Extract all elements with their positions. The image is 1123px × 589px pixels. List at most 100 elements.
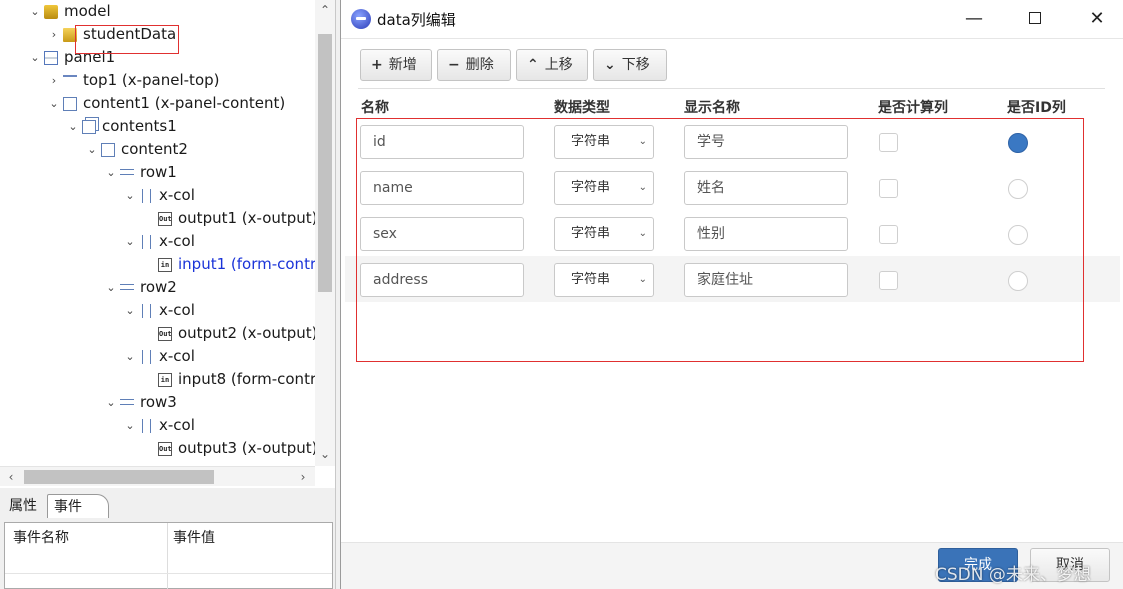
tree-vertical-scroll-thumb[interactable] xyxy=(318,34,332,292)
move-down-button-label: 下移 xyxy=(621,57,650,73)
scroll-down-icon[interactable]: ⌄ xyxy=(318,447,332,461)
col-icon xyxy=(142,350,151,364)
data-column-editor-dialog: data列编辑 — ✕ + 新增 − 删除 ⌃ 上移 ⌄ 下移 名称 数据类型 显示名称… xyxy=(340,0,1123,589)
chevron-down-icon[interactable]: ⌄ xyxy=(104,161,118,184)
component-tree-panel: ⌄ model › studentData ⌄ panel1 › top1 (x-panel-… xyxy=(0,0,336,488)
tree-horizontal-scroll-thumb[interactable] xyxy=(24,470,214,484)
tree-item[interactable]: ⌄ row3 xyxy=(104,391,335,414)
chevron-right-icon[interactable]: › xyxy=(47,23,61,46)
tree-item[interactable]: Out output2 (x-output) xyxy=(142,322,335,345)
add-button-label: 新增 xyxy=(388,57,417,73)
tree-item-label: x-col xyxy=(159,232,195,250)
add-button[interactable]: + 新增 xyxy=(360,49,432,81)
events-col-name: 事件名称 xyxy=(13,530,69,546)
chevron-down-icon[interactable]: ⌄ xyxy=(104,276,118,299)
tree-item-label: top1 (x-panel-top) xyxy=(83,71,220,89)
square-icon xyxy=(63,97,77,111)
chevron-down-icon[interactable]: ⌄ xyxy=(123,230,137,253)
tree-item-label: x-col xyxy=(159,347,195,365)
maximize-button[interactable] xyxy=(1022,6,1048,32)
out-icon: Out xyxy=(158,327,172,341)
tree-item[interactable]: Out output1 (x-output) xyxy=(142,207,335,230)
row-icon xyxy=(120,284,134,290)
contents-icon xyxy=(82,120,96,134)
toolbar-divider xyxy=(358,88,1105,89)
events-col-divider xyxy=(167,523,168,589)
close-button[interactable]: ✕ xyxy=(1084,6,1110,32)
chevron-down-icon[interactable]: ⌄ xyxy=(28,46,42,69)
scroll-right-icon[interactable]: › xyxy=(296,470,310,484)
model-icon xyxy=(44,5,58,19)
square-icon xyxy=(101,143,115,157)
tree-item[interactable]: in input1 (form-contr xyxy=(142,253,335,276)
tree-item[interactable]: ⌄ row1 xyxy=(104,161,335,184)
tree-item[interactable]: ⌄ x-col xyxy=(123,345,335,368)
in-icon: in xyxy=(158,258,172,272)
out-icon: Out xyxy=(158,442,172,456)
tree-item[interactable]: Out output3 (x-output) xyxy=(142,437,335,460)
tree-horizontal-scrollbar[interactable]: ‹ › xyxy=(0,466,315,486)
tree-vertical-scrollbar[interactable]: ⌃ ⌄ xyxy=(315,0,335,466)
tree-item[interactable]: ⌄ content1 (x-panel-content) xyxy=(47,92,335,115)
delete-button[interactable]: − 删除 xyxy=(437,49,511,81)
move-up-button[interactable]: ⌃ 上移 xyxy=(516,49,588,81)
tree-item[interactable]: ⌄ x-col xyxy=(123,414,335,437)
chevron-down-icon[interactable]: ⌄ xyxy=(104,391,118,414)
chevron-down-icon[interactable]: ⌄ xyxy=(47,92,61,115)
chevron-down-icon[interactable]: ⌄ xyxy=(123,345,137,368)
app-logo-icon xyxy=(351,9,371,29)
tab-events[interactable]: 事件 xyxy=(47,494,109,518)
plus-icon: + xyxy=(371,57,383,73)
tree-item-label: row1 xyxy=(140,163,177,181)
tree-item[interactable]: ⌄ contents1 xyxy=(66,115,335,138)
move-down-button[interactable]: ⌄ 下移 xyxy=(593,49,667,81)
chevron-down-icon[interactable]: ⌄ xyxy=(66,115,80,138)
tree-item-label: content1 (x-panel-content) xyxy=(83,94,286,112)
minus-icon: − xyxy=(448,57,460,73)
header-display-name: 显示名称 xyxy=(684,100,740,116)
scroll-up-icon[interactable]: ⌃ xyxy=(318,3,332,17)
tree-item-label: row2 xyxy=(140,278,177,296)
chevron-down-icon[interactable]: ⌄ xyxy=(123,299,137,322)
tree-item[interactable]: ⌄ x-col xyxy=(123,184,335,207)
tree-item[interactable]: ⌄ row2 xyxy=(104,276,335,299)
events-col-value: 事件值 xyxy=(173,530,215,546)
tab-properties[interactable]: 属性 xyxy=(3,494,43,518)
events-row-divider xyxy=(5,573,332,574)
dialog-title: data列编辑 xyxy=(377,11,456,29)
tree-item[interactable]: ⌄ x-col xyxy=(123,299,335,322)
minimize-button[interactable]: — xyxy=(961,6,987,32)
col-icon xyxy=(142,304,151,318)
tree-item-label: content2 xyxy=(121,140,188,158)
tree-item[interactable]: ⌄ model xyxy=(28,0,335,23)
tree-item-label: x-col xyxy=(159,301,195,319)
events-table: 事件名称 事件值 xyxy=(4,522,333,589)
col-icon xyxy=(142,189,151,203)
tree-item-label: output3 (x-output) xyxy=(178,439,318,457)
row-icon xyxy=(120,169,134,175)
tree-item[interactable]: ⌄ x-col xyxy=(123,230,335,253)
scroll-left-icon[interactable]: ‹ xyxy=(4,470,18,484)
move-up-button-label: 上移 xyxy=(544,57,573,73)
dialog-titlebar[interactable]: data列编辑 — ✕ xyxy=(341,0,1123,38)
chevron-right-icon[interactable]: › xyxy=(47,69,61,92)
row-icon xyxy=(120,399,134,405)
tree-item[interactable]: in input8 (form-contr xyxy=(142,368,335,391)
chevron-up-icon: ⌃ xyxy=(527,57,539,73)
tree-item[interactable]: › top1 (x-panel-top) xyxy=(47,69,335,92)
header-name: 名称 xyxy=(361,100,389,116)
out-icon: Out xyxy=(158,212,172,226)
header-is-id: 是否ID列 xyxy=(1007,100,1066,116)
tree-item-label: model xyxy=(64,2,111,20)
tree-item[interactable]: ⌄ content2 xyxy=(85,138,335,161)
tree-item-label: output2 (x-output) xyxy=(178,324,318,342)
dialog-footer: 完成 取消 CSDN @未来、梦想 xyxy=(341,542,1123,589)
tree-item-label: output1 (x-output) xyxy=(178,209,318,227)
chevron-down-icon[interactable]: ⌄ xyxy=(28,0,42,23)
properties-panel: 属性 事件 事件名称 事件值 xyxy=(0,488,336,589)
chevron-down-icon[interactable]: ⌄ xyxy=(123,184,137,207)
chevron-down-icon[interactable]: ⌄ xyxy=(123,414,137,437)
chevron-down-icon: ⌄ xyxy=(604,57,616,73)
chevron-down-icon[interactable]: ⌄ xyxy=(85,138,99,161)
col-icon xyxy=(142,235,151,249)
